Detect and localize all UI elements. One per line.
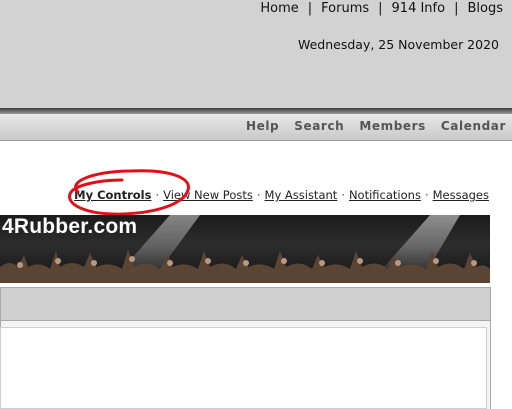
top-nav-forums[interactable]: Forums	[321, 1, 369, 16]
content-panel-header	[0, 287, 491, 321]
top-nav-separator: |	[454, 1, 459, 16]
link-separator: ·	[341, 188, 345, 202]
top-nav-separator: |	[307, 1, 313, 16]
link-separator: ·	[256, 188, 261, 202]
nav-search-link[interactable]: Search	[294, 119, 344, 133]
link-separator: ·	[155, 188, 160, 202]
top-nav-914-info[interactable]: 914 Info	[392, 1, 446, 16]
forum-nav-bar: Help Search Members Calendar	[0, 114, 512, 141]
top-nav-separator: |	[378, 1, 383, 16]
nav-calendar-link[interactable]: Calendar	[441, 119, 506, 133]
nav-help-link[interactable]: Help	[246, 119, 279, 133]
site-banner: 4Rubber.com	[0, 215, 490, 283]
messages-link[interactable]: Messages	[433, 188, 489, 202]
site-logo-text[interactable]: 4Rubber.com	[2, 215, 137, 239]
my-controls-link[interactable]: My Controls	[74, 188, 151, 202]
top-nav: Home | Forums | 914 Info | Blogs	[260, 1, 503, 16]
current-date: Wednesday, 25 November 2020	[297, 37, 499, 52]
view-new-posts-link[interactable]: View New Posts	[163, 188, 253, 202]
link-separator: ·	[424, 188, 429, 202]
top-nav-home[interactable]: Home	[260, 1, 298, 16]
site-header: Home | Forums | 914 Info | Blogs Wednesday, 25…	[0, 0, 512, 108]
notifications-link[interactable]: Notifications	[349, 188, 421, 202]
content-panel-inner	[0, 327, 487, 409]
nav-members-link[interactable]: Members	[359, 119, 426, 133]
my-assistant-link[interactable]: My Assistant	[265, 188, 338, 202]
user-links: My Controls · View New Posts · My Assistant ·…	[74, 188, 489, 202]
top-nav-blogs[interactable]: Blogs	[467, 1, 503, 16]
